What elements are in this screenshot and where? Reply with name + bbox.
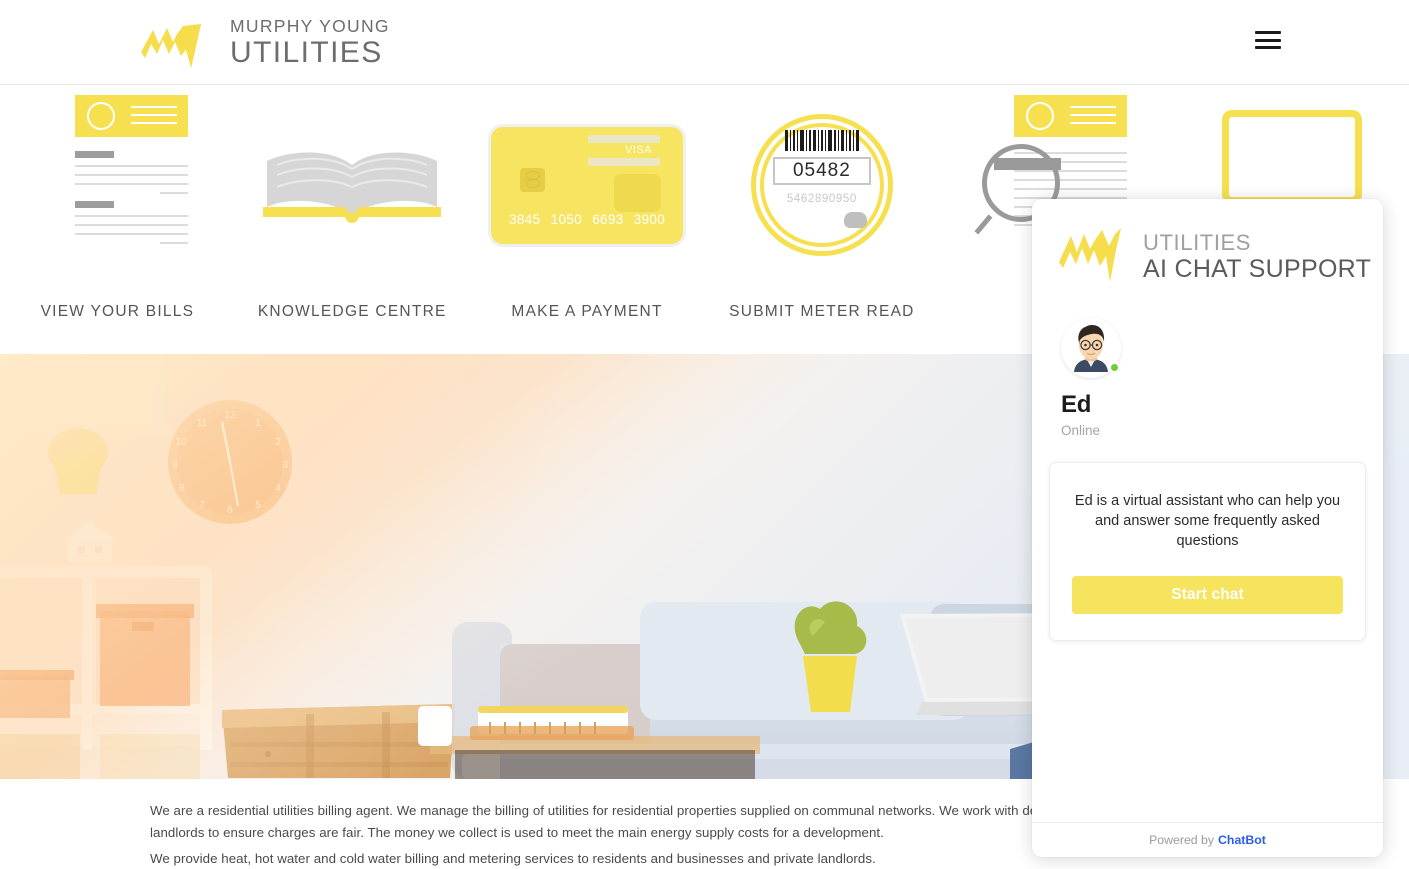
card-chip-icon bbox=[520, 167, 546, 192]
chat-body-spacer bbox=[1032, 641, 1383, 822]
card-art: VISA 3845 1050 6693 3900 bbox=[470, 90, 705, 280]
quick-link-label: MAKE A PAYMENT bbox=[511, 303, 663, 320]
quick-link-label: SUBMIT METER READ bbox=[729, 303, 915, 320]
card-number-group: 1050 bbox=[550, 211, 582, 227]
meter-knob bbox=[843, 212, 867, 228]
meter-dial-icon: 05482 5462890950 bbox=[750, 114, 893, 256]
chat-agent-status: Online bbox=[1061, 423, 1101, 438]
page-root: MURPHY YOUNG UTILITIES VIEW YOUR BILLS K… bbox=[0, 0, 1409, 869]
meter-serial-number: 5462890950 bbox=[786, 193, 857, 205]
quick-link-make-a-payment[interactable]: VISA 3845 1050 6693 3900 MAKE A PAYMENT bbox=[470, 86, 705, 354]
online-status-dot bbox=[1109, 362, 1120, 373]
quick-link-submit-meter-read[interactable]: 05482 5462890950 SUBMIT METER READ bbox=[704, 86, 939, 354]
logo-line-2: UTILITIES bbox=[230, 35, 383, 69]
quick-link-label: KNOWLEDGE CENTRE bbox=[257, 303, 447, 320]
card-number-group: 6693 bbox=[592, 211, 624, 227]
chat-logo-line-1: UTILITIES bbox=[1143, 230, 1252, 255]
meter-reading-display: 05482 bbox=[772, 157, 871, 185]
card-number-group: 3900 bbox=[633, 211, 666, 227]
my-mountain-logo-icon bbox=[141, 23, 201, 68]
logo-line-1: MURPHY YOUNG bbox=[230, 16, 390, 36]
credit-card-icon: VISA 3845 1050 6693 3900 bbox=[491, 126, 684, 244]
card-art bbox=[0, 90, 235, 280]
start-chat-button[interactable]: Start chat bbox=[1072, 576, 1343, 614]
quick-link-label: VIEW YOUR BILLS bbox=[40, 303, 195, 320]
chatbot-brand-link[interactable]: ChatBot bbox=[1218, 833, 1266, 847]
chat-intro-card: Ed is a virtual assistant who can help y… bbox=[1049, 462, 1366, 641]
chat-widget[interactable]: UTILITIES AI CHAT SUPPORT Ed Online Ed i… bbox=[1032, 199, 1383, 857]
chat-agent-name: Ed bbox=[1061, 391, 1092, 418]
my-mountain-logo-icon bbox=[1059, 228, 1121, 282]
open-book-icon bbox=[257, 145, 447, 225]
card-number: 3845 1050 6693 3900 bbox=[506, 212, 668, 227]
powered-by-label: Powered by bbox=[1149, 833, 1215, 847]
site-header: MURPHY YOUNG UTILITIES bbox=[0, 0, 1409, 85]
hamburger-bar bbox=[1255, 38, 1281, 42]
bill-document-icon bbox=[47, 90, 188, 280]
hamburger-bar bbox=[1255, 46, 1281, 49]
chat-intro-text: Ed is a virtual assistant who can help y… bbox=[1074, 493, 1341, 549]
hamburger-menu-icon[interactable] bbox=[1255, 27, 1281, 53]
card-art bbox=[235, 90, 470, 280]
quick-link-knowledge-centre[interactable]: KNOWLEDGE CENTRE bbox=[235, 86, 470, 354]
quick-link-view-your-bills[interactable]: VIEW YOUR BILLS bbox=[0, 86, 235, 354]
card-brand-label: VISA bbox=[624, 143, 653, 156]
barcode-icon bbox=[784, 130, 859, 151]
card-number-group: 3845 bbox=[509, 211, 541, 227]
meter-reading-value: 05482 bbox=[792, 160, 851, 181]
chat-widget-logo: UTILITIES AI CHAT SUPPORT bbox=[1032, 199, 1383, 284]
card-art: 05482 5462890950 bbox=[704, 90, 939, 280]
site-logo[interactable]: MURPHY YOUNG UTILITIES bbox=[139, 16, 390, 70]
chat-agent-header bbox=[1032, 284, 1383, 378]
chat-widget-footer: Powered by ChatBot bbox=[1032, 822, 1383, 857]
hamburger-bar bbox=[1255, 31, 1281, 34]
chat-logo-line-2: AI CHAT SUPPORT bbox=[1143, 255, 1372, 283]
